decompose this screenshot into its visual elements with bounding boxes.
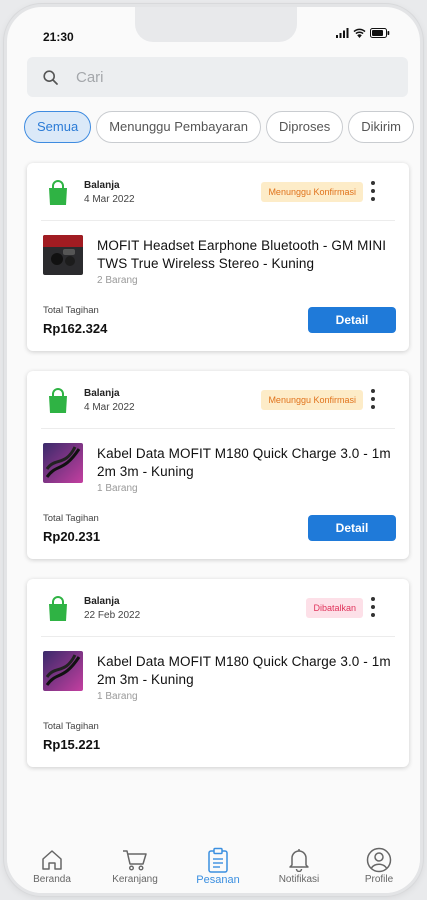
tab-diproses[interactable]: Diproses (265, 111, 344, 143)
status-time: 21:30 (43, 30, 74, 44)
status-badge: Dibatalkan (306, 598, 363, 618)
battery-icon (370, 28, 390, 38)
order-date: 4 Mar 2022 (84, 402, 135, 413)
shopping-bag-icon (49, 388, 67, 413)
product-name: Kabel Data MOFIT M180 Quick Charge 3.0 -… (97, 446, 391, 479)
detail-button[interactable]: Detail (308, 307, 396, 333)
nav-label: Keranjang (112, 874, 158, 885)
product-name: Kabel Data MOFIT M180 Quick Charge 3.0 -… (97, 654, 391, 687)
item-quantity: 1 Barang (97, 483, 138, 494)
status-bar: 21:30 (7, 7, 420, 49)
order-card[interactable]: Balanja 22 Feb 2022 Dibatalkan Kabel Dat… (27, 579, 409, 767)
product-thumbnail (43, 651, 83, 691)
nav-keranjang[interactable]: Keranjang (100, 846, 170, 885)
total-amount: Rp162.324 (43, 321, 108, 336)
nav-notifikasi[interactable]: Notifikasi (264, 846, 334, 885)
cart-icon (123, 850, 147, 871)
product-thumbnail (43, 235, 83, 275)
tab-menunggu-pembayaran[interactable]: Menunggu Pembayaran (96, 111, 261, 143)
order-card[interactable]: Balanja 4 Mar 2022 Menunggu Konfirmasi M… (27, 163, 409, 351)
nav-pesanan[interactable]: Pesanan (183, 846, 253, 886)
bell-icon (289, 849, 309, 872)
shop-label: Balanja (84, 596, 120, 607)
total-label: Total Tagihan (43, 721, 99, 732)
product-thumbnail (43, 443, 83, 483)
user-icon (366, 847, 392, 873)
item-quantity: 2 Barang (97, 275, 138, 286)
order-card[interactable]: Balanja 4 Mar 2022 Menunggu Konfirmasi K… (27, 371, 409, 559)
order-date: 4 Mar 2022 (84, 194, 135, 205)
shopping-bag-icon (49, 180, 67, 205)
total-label: Total Tagihan (43, 513, 99, 524)
nav-label: Beranda (33, 874, 71, 885)
order-date: 22 Feb 2022 (84, 610, 141, 621)
product-name: MOFIT Headset Earphone Bluetooth - GM MI… (97, 238, 387, 271)
nav-label: Pesanan (196, 874, 240, 886)
order-card-header: Balanja 4 Mar 2022 Menunggu Konfirmasi (41, 163, 395, 221)
search-icon (43, 69, 58, 85)
detail-button[interactable]: Detail (308, 515, 396, 541)
bottom-navigation: Beranda Keranjang Pesanan Notifikasi Pro… (7, 840, 420, 893)
shop-label: Balanja (84, 180, 120, 191)
shopping-bag-icon (49, 596, 67, 621)
order-card-header: Balanja 4 Mar 2022 Menunggu Konfirmasi (41, 371, 395, 429)
status-badge: Menunggu Konfirmasi (261, 182, 363, 202)
more-options-icon[interactable] (367, 389, 379, 409)
more-options-icon[interactable] (367, 181, 379, 201)
home-icon (42, 850, 62, 870)
item-quantity: 1 Barang (97, 691, 138, 702)
nav-label: Profile (364, 874, 394, 885)
phone-frame: 21:30 SemuaMenunggu PembayaranDiprosesDi… (4, 4, 423, 896)
tab-semua[interactable]: Semua (24, 111, 92, 143)
wifi-icon (353, 28, 366, 38)
nav-label: Notifikasi (278, 874, 320, 885)
nav-beranda[interactable]: Beranda (17, 846, 87, 885)
total-label: Total Tagihan (43, 305, 99, 316)
search-input[interactable] (76, 68, 356, 86)
status-filter-tabs: Semua Menunggu Pembayaran Diproses Dikirim (24, 111, 420, 145)
shop-label: Balanja (84, 388, 120, 399)
search-bar[interactable] (27, 57, 408, 97)
total-amount: Rp20.231 (43, 529, 101, 544)
clipboard-icon (208, 847, 228, 873)
tab-dikirim[interactable]: Dikirim (348, 111, 414, 143)
signal-icon (336, 28, 349, 38)
more-options-icon[interactable] (367, 597, 379, 617)
total-amount: Rp15.221 (43, 737, 101, 752)
nav-profile[interactable]: Profile (344, 846, 414, 885)
status-icons (336, 28, 390, 38)
order-card-header: Balanja 22 Feb 2022 Dibatalkan (41, 579, 395, 637)
status-badge: Menunggu Konfirmasi (261, 390, 363, 410)
